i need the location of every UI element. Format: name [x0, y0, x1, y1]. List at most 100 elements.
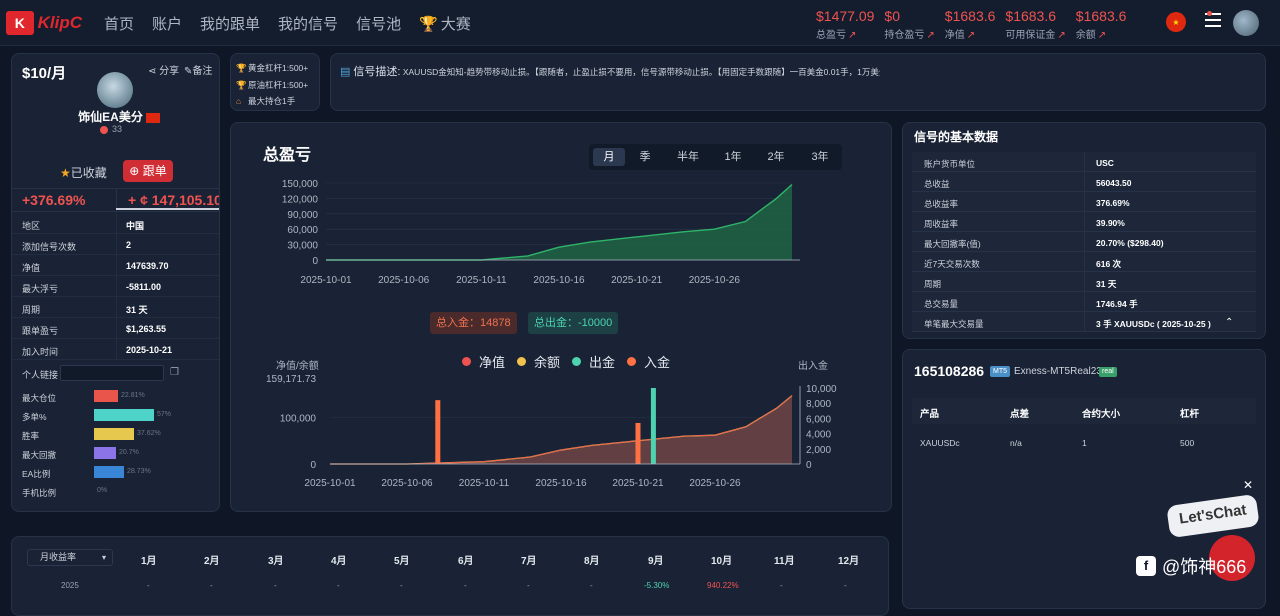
monthly-metric-select[interactable]: 月收益率 ▾: [27, 549, 113, 566]
tab-3-year[interactable]: 3年: [804, 148, 836, 166]
info-key: 添加信号次数: [22, 242, 77, 252]
header-spread: 点差: [1010, 409, 1030, 420]
divider: [116, 234, 117, 255]
month-value: -: [780, 581, 783, 590]
x-tick-label: 2025-10-26: [689, 275, 741, 286]
nav-contest-label: 大赛: [440, 16, 471, 33]
stat-bar-label: 多单%: [22, 412, 47, 422]
info-key: 净值: [22, 263, 41, 273]
x-tick-label: 2025-10-21: [612, 478, 664, 489]
month-value: -: [147, 581, 150, 590]
total-withdraw-pill: 总出金：-10000: [528, 312, 619, 334]
arrow-up-right-icon: ↗: [848, 30, 857, 41]
arrow-up-right-icon: ↗: [926, 30, 935, 41]
right-y-tick-label: 8,000: [806, 399, 831, 410]
nav-home[interactable]: 首页: [104, 13, 134, 34]
legend-dot: [517, 357, 527, 366]
month-value: -: [210, 581, 213, 590]
y-tick-label: 30,000: [287, 241, 318, 252]
personal-link-input[interactable]: [60, 365, 164, 381]
close-icon[interactable]: ✕: [1243, 478, 1253, 492]
logo[interactable]: K KlipC: [6, 9, 82, 37]
stat-value: $1477.09: [816, 8, 875, 24]
stat-equity[interactable]: $1683.6 净值 ↗: [945, 8, 996, 41]
deposit-bar: [435, 400, 441, 464]
tab-quarter[interactable]: 季: [629, 148, 661, 166]
stat-position-pnl[interactable]: $0 持仓盈亏 ↗: [884, 8, 934, 41]
period-tabs: 月 季 半年 1年 2年 3年: [589, 144, 842, 170]
month-value: 940.22%: [707, 581, 739, 590]
stat-bar: [94, 390, 118, 402]
copy-icon[interactable]: ❐: [170, 367, 179, 378]
stat-balance[interactable]: $1683.6 余额 ↗: [1076, 8, 1127, 41]
share-icon: ⋖: [148, 66, 160, 77]
tab-half-year[interactable]: 半年: [672, 148, 704, 166]
stat-bar: [94, 428, 134, 440]
trophy-icon: 🏆: [419, 16, 438, 33]
basic-data-key: 近7天交易次数: [924, 259, 980, 269]
right-y-tick-label: 10,000: [806, 384, 837, 395]
nav-signal-pool[interactable]: 信号池: [356, 13, 401, 34]
tab-1-year[interactable]: 1年: [717, 148, 749, 166]
legend-label: 余额: [534, 355, 561, 370]
chart-title: 总盈亏: [263, 147, 312, 164]
header-contract-size: 合约大小: [1082, 409, 1121, 420]
nav-my-copy[interactable]: 我的跟单: [200, 13, 260, 34]
leverage-text: 黄金杠杆1:500+: [248, 63, 309, 73]
info-key: 最大浮亏: [22, 284, 59, 294]
description-text: XAUUSD金知知-趋势带移动止损。【跟随者，止盈止损不要用，信号源带移动止损。…: [402, 67, 880, 77]
arrow-up-right-icon: ↗: [1057, 30, 1066, 41]
home-icon: ⌂: [236, 96, 242, 106]
china-flag-icon[interactable]: ★: [1166, 12, 1186, 32]
follow-button[interactable]: ⊕ 跟单: [123, 160, 173, 182]
favorite-label: 已收藏: [70, 166, 107, 180]
stat-bar: [94, 409, 154, 421]
stat-label: 余额: [1075, 30, 1096, 41]
legend-balance[interactable]: 余额: [517, 352, 560, 371]
facebook-icon: f: [1136, 556, 1156, 576]
basic-data-row: 周收益率 39.90%: [912, 212, 1256, 232]
legend-dot: [462, 357, 471, 366]
divider: [1084, 172, 1085, 192]
y-tick-label: 0: [310, 460, 316, 471]
basic-data-value: 31 天: [1096, 279, 1117, 289]
return-amount: + ¢ 147,105.10: [128, 192, 219, 208]
info-value: 31 天: [126, 305, 148, 315]
logo-text: KlipC: [37, 13, 82, 32]
legend-label: 入金: [644, 355, 671, 370]
y-tick-label: 60,000: [287, 225, 318, 236]
basic-data-key: 周收益率: [924, 219, 959, 229]
divider: [116, 276, 117, 297]
nav-contest[interactable]: 🏆 大赛: [419, 13, 489, 34]
star-icon: ★: [60, 166, 71, 180]
trophy-icon: 🏆: [236, 80, 247, 90]
legend-equity[interactable]: 净值: [462, 352, 505, 371]
month-header: 7月: [521, 556, 537, 567]
divider: [1084, 252, 1085, 272]
info-row: 最大浮亏 -5811.00: [12, 276, 219, 297]
basic-data-value: USC: [1096, 158, 1114, 168]
nav-account[interactable]: 账户: [152, 13, 182, 34]
share-label: 分享: [159, 66, 180, 77]
nav-my-signals[interactable]: 我的信号: [278, 13, 338, 34]
legend-deposit[interactable]: 入金: [627, 352, 670, 371]
basic-data-value: 376.69%: [1096, 198, 1130, 208]
user-avatar[interactable]: [1233, 10, 1259, 36]
product-table-header: 产品 点差 合约大小 杠杆: [912, 398, 1256, 424]
tab-month[interactable]: 月: [593, 148, 625, 166]
watermark-handle: @饰神666: [1162, 557, 1247, 577]
equity-area: [330, 395, 792, 464]
x-tick-label: 2025-10-01: [300, 275, 352, 286]
tab-2-year[interactable]: 2年: [760, 148, 792, 166]
stat-bar-value: 28.73%: [127, 468, 151, 475]
basic-data-value: 56043.50: [1096, 178, 1132, 188]
chevron-up-icon[interactable]: ⌃: [1225, 317, 1233, 328]
note-button[interactable]: ✎备注: [184, 62, 212, 77]
month-value: -5.30%: [644, 581, 670, 590]
legend-withdraw[interactable]: 出金: [572, 352, 615, 371]
cell-contract-size: 1: [1082, 438, 1087, 448]
stat-free-margin[interactable]: $1683.6 可用保证金 ↗: [1005, 8, 1065, 41]
stat-total-pnl[interactable]: $1477.09 总盈亏 ↗: [816, 8, 874, 41]
favorite-button[interactable]: ★已收藏: [60, 164, 107, 181]
share-button[interactable]: ⋖ 分享: [148, 62, 179, 77]
